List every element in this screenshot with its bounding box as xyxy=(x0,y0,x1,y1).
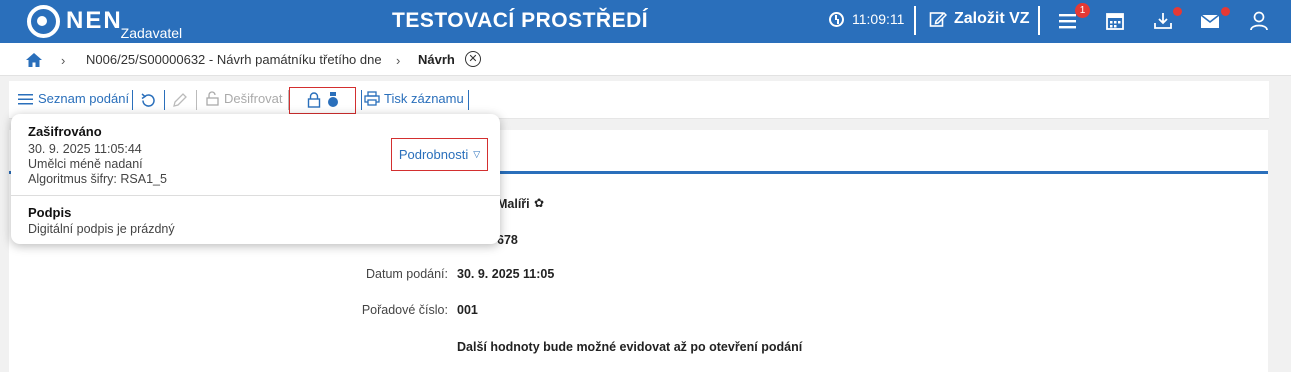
home-icon[interactable] xyxy=(25,52,43,68)
refresh-icon[interactable] xyxy=(140,92,157,109)
submission-list-button[interactable]: Seznam podání xyxy=(18,91,129,106)
lock-seal-highlight xyxy=(289,87,356,114)
notification-badge: 1 xyxy=(1075,3,1090,18)
printer-icon xyxy=(364,91,380,106)
details-label: Podrobnosti xyxy=(398,147,469,162)
create-contract-label: Založit VZ xyxy=(954,10,1030,27)
logo-text: NEN xyxy=(66,7,123,34)
date-label: Datum podání: xyxy=(366,267,448,281)
breadcrumb: › N006/25/S00000632 - Návrh památníku tř… xyxy=(0,43,1291,76)
date-value: 30. 9. 2025 11:05 xyxy=(457,267,555,281)
top-bar: NEN Zadavatel TESTOVACÍ PROSTŘEDÍ 11:09:… xyxy=(0,0,1291,43)
field-value-id: 678 xyxy=(497,233,518,247)
logo-subtitle: Zadavatel xyxy=(120,25,183,41)
environment-title: TESTOVACÍ PROSTŘEDÍ xyxy=(392,9,649,32)
calendar-icon[interactable] xyxy=(1104,10,1126,32)
breadcrumb-contract[interactable]: N006/25/S00000632 - Návrh památníku třet… xyxy=(86,52,382,67)
clock-icon xyxy=(829,11,844,27)
unlock-icon xyxy=(206,91,219,106)
download-alert-dot xyxy=(1173,7,1182,16)
breadcrumb-current: Návrh xyxy=(418,52,455,67)
order-number-value: 001 xyxy=(457,303,478,317)
encrypted-title: Zašifrováno xyxy=(28,124,102,139)
header-divider xyxy=(914,6,916,35)
edit-icon xyxy=(929,11,947,27)
header-divider xyxy=(1038,6,1040,35)
chevron-down-icon: ▽ xyxy=(473,149,481,159)
toolbar-separator xyxy=(361,90,362,110)
chevron-right-icon: › xyxy=(61,53,66,68)
toolbar-separator xyxy=(132,90,133,110)
flower-icon: ✿ xyxy=(534,196,545,210)
encrypted-date: 30. 9. 2025 11:05:44 xyxy=(28,142,142,156)
details-dropdown-button[interactable]: Podrobnosti ▽ xyxy=(391,138,488,171)
encryption-info-popup: Zašifrováno 30. 9. 2025 11:05:44 Umělci … xyxy=(11,114,500,244)
clock-time: 11:09:11 xyxy=(852,11,905,27)
encrypted-author: Umělci méně nadaní xyxy=(28,157,143,171)
print-record-label: Tisk záznamu xyxy=(384,91,464,106)
create-contract-button[interactable]: Založit VZ xyxy=(929,10,1030,28)
signature-status: Digitální podpis je prázdný xyxy=(28,222,175,236)
field-value-supplier: Malíři xyxy=(497,197,530,211)
encryption-algorithm: Algoritmus šifry: RSA1_5 xyxy=(28,172,167,186)
signature-title: Podpis xyxy=(28,205,72,220)
chevron-right-icon: › xyxy=(396,53,401,68)
edit-pencil-icon xyxy=(173,93,187,107)
info-note: Další hodnoty bude možné evidovat až po … xyxy=(457,340,803,354)
toolbar-separator xyxy=(164,90,165,110)
logo-circle-icon xyxy=(27,5,60,38)
user-icon[interactable] xyxy=(1248,10,1270,32)
toolbar-separator xyxy=(196,90,197,110)
session-clock: 11:09:11 xyxy=(829,11,904,27)
close-tab-icon[interactable]: ✕ xyxy=(465,51,481,67)
decrypt-button: Dešifrovat xyxy=(205,91,283,106)
mail-alert-dot xyxy=(1221,7,1230,16)
nen-logo[interactable]: NEN Zadavatel xyxy=(27,5,182,41)
toolbar-separator xyxy=(468,90,469,110)
submission-list-label: Seznam podání xyxy=(38,91,130,106)
list-icon xyxy=(18,93,33,104)
decrypt-label: Dešifrovat xyxy=(224,91,283,106)
popup-divider xyxy=(11,195,500,196)
order-number-label: Pořadové číslo: xyxy=(361,303,448,317)
scroll-gutter xyxy=(1268,76,1291,372)
download-icon[interactable] xyxy=(1152,10,1174,32)
mail-icon[interactable] xyxy=(1199,10,1221,32)
print-record-button[interactable]: Tisk záznamu xyxy=(364,91,464,106)
